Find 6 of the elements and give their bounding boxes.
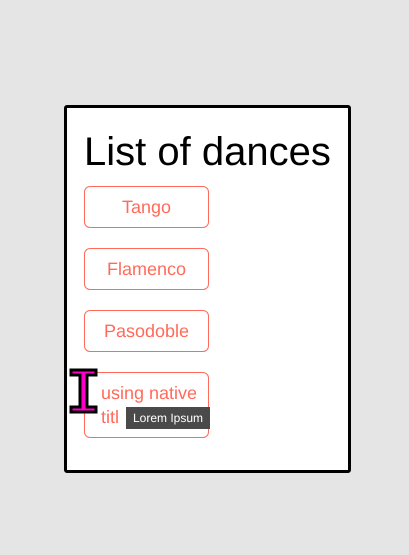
dance-button[interactable]: Pasodoble — [84, 310, 209, 352]
dance-button[interactable]: Flamenco — [84, 248, 209, 290]
page-title: List of dances — [84, 129, 332, 176]
tooltip: Lorem Ipsum — [126, 407, 210, 429]
dance-button[interactable]: Tango — [84, 186, 209, 228]
text-cursor-icon — [69, 368, 98, 414]
